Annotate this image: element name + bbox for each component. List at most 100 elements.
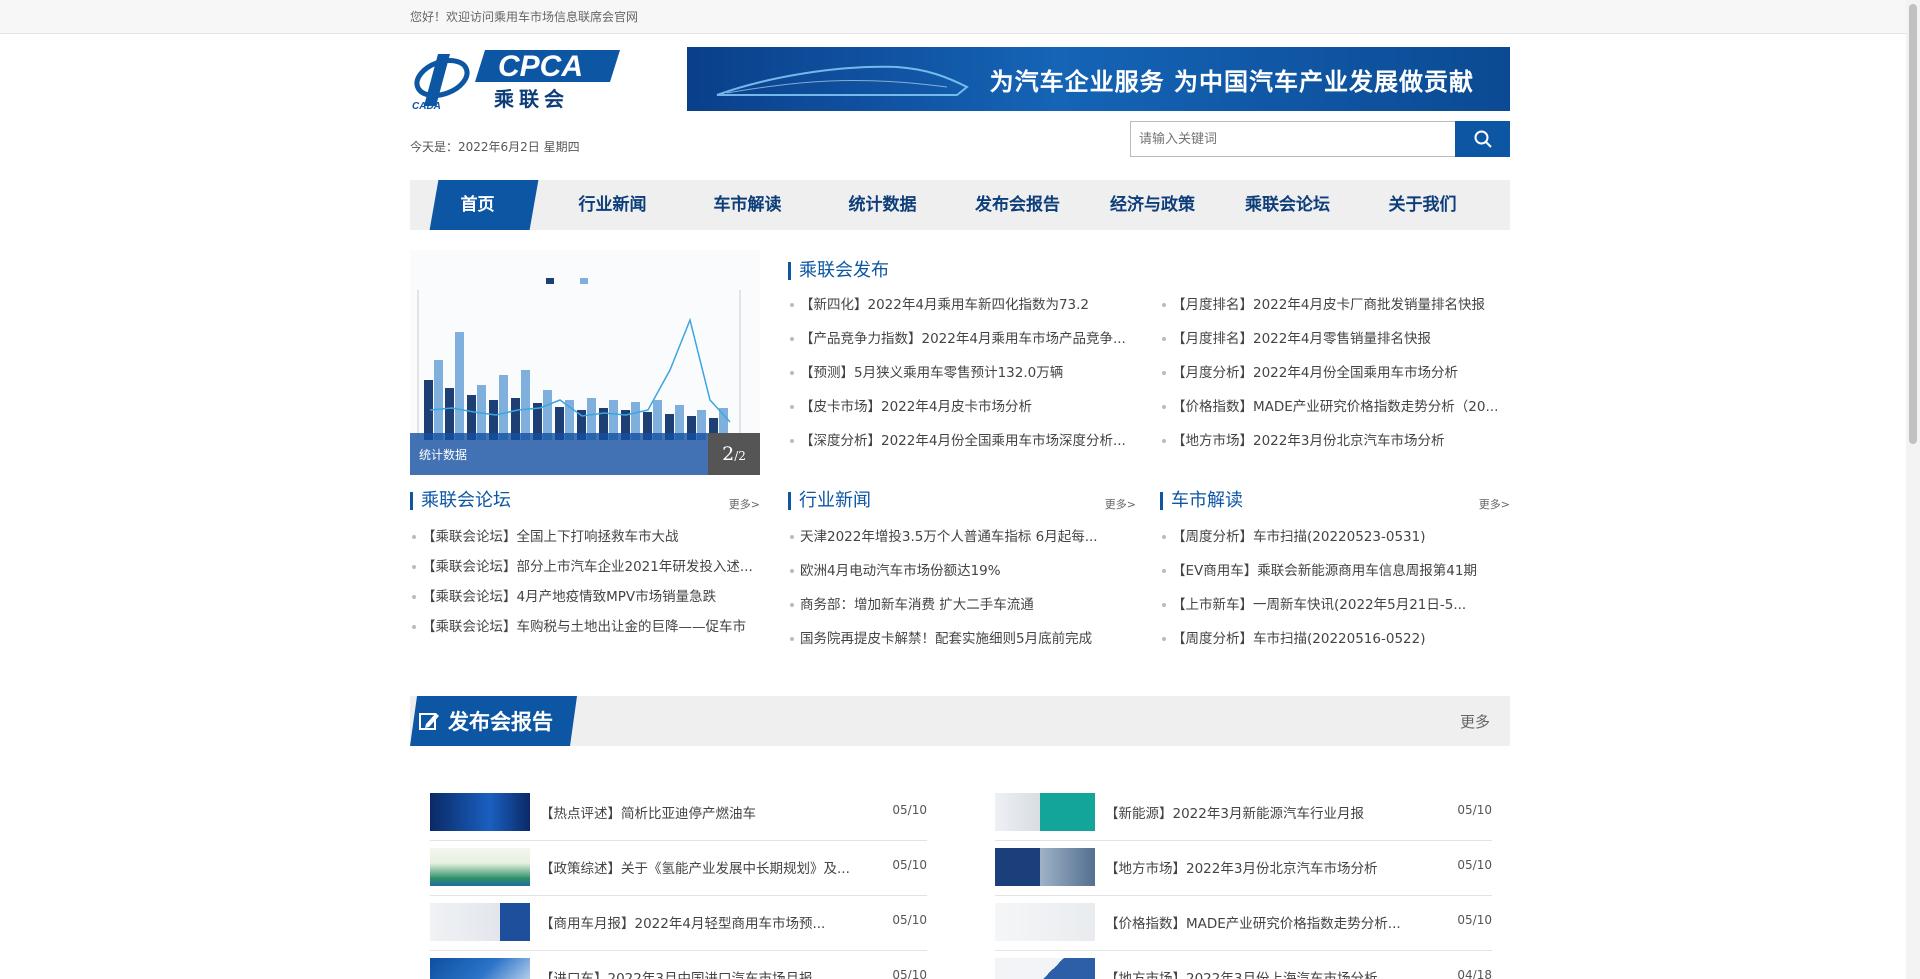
report-title: 【地方市场】2022年3月份上海汽车市场分析: [1105, 967, 1425, 979]
reports-more-link[interactable]: 更多: [1460, 711, 1490, 732]
report-title: 【热点评述】简析比亚迪停产燃油车: [540, 802, 860, 822]
report-row[interactable]: 【热点评述】简析比亚迪停产燃油车 05/10: [430, 786, 927, 841]
header: CPCA 乘联会 CADA 为汽车企业服务 为中国汽车产业发展做贡献 今天是：2…: [410, 34, 1510, 180]
report-row[interactable]: 【价格指数】MADE产业研究价格指数走势分析... 05/10: [995, 896, 1492, 951]
report-date: 05/10: [1457, 913, 1492, 927]
list-item[interactable]: 商务部：增加新车消费 扩大二手车流通: [788, 588, 1136, 622]
report-thumbnail: [995, 848, 1095, 886]
report-title: 【政策综述】关于《氢能产业发展中长期规划》及...: [540, 857, 860, 877]
list-item[interactable]: 【周度分析】车市扫描(20220523-0531): [1160, 520, 1510, 554]
list-item[interactable]: 欧洲4月电动汽车市场份额达19%: [788, 554, 1136, 588]
market-more-link[interactable]: 更多>: [1479, 496, 1510, 512]
nav-industry-news[interactable]: 行业新闻: [545, 180, 680, 230]
nav-about[interactable]: 关于我们: [1355, 180, 1490, 230]
logo-wordmark: CPCA: [498, 50, 583, 83]
report-thumbnail: [995, 958, 1095, 979]
report-thumbnail: [995, 903, 1095, 941]
report-thumbnail: [430, 848, 530, 886]
report-row[interactable]: 【新能源】2022年3月新能源汽车行业月报 05/10: [995, 786, 1492, 841]
report-thumbnail: [430, 958, 530, 979]
reports-title: 发布会报告: [448, 706, 553, 736]
report-thumbnail: [430, 903, 530, 941]
logo-cn: 乘联会: [493, 87, 569, 111]
report-thumbnail: [995, 793, 1095, 831]
list-item[interactable]: 【月度分析】2022年4月份全国乘用车市场分析: [1160, 356, 1510, 390]
report-date: 05/10: [1457, 858, 1492, 872]
list-item[interactable]: 【周度分析】车市扫描(20220516-0522): [1160, 622, 1510, 656]
top-bar: 您好！欢迎访问乘用车市场信息联席会官网: [0, 0, 1920, 34]
list-item[interactable]: 【月度排名】2022年4月皮卡厂商批发销量排名快报: [1160, 288, 1510, 322]
list-item[interactable]: 【月度排名】2022年4月零售销量排名快报: [1160, 322, 1510, 356]
list-item[interactable]: 【皮卡市场】2022年4月皮卡市场分析: [788, 390, 1148, 424]
report-date: 05/10: [892, 803, 927, 817]
reports-title-wrap[interactable]: 发布会报告: [418, 696, 553, 746]
report-title: 【进口车】2022年3月中国进口汽车市场月报: [540, 967, 860, 979]
report-row[interactable]: 【进口车】2022年3月中国进口汽车市场月报 05/10: [430, 951, 927, 979]
search-icon: [1473, 129, 1493, 149]
cpca-release-title[interactable]: 乘联会发布: [788, 262, 1510, 280]
nav-statistics[interactable]: 统计数据: [815, 180, 950, 230]
nav-reports[interactable]: 发布会报告: [950, 180, 1085, 230]
nav-market-analysis[interactable]: 车市解读: [680, 180, 815, 230]
search-input[interactable]: [1131, 122, 1456, 156]
featured-slider[interactable]: 统计数据 2/2: [410, 250, 760, 475]
report-row[interactable]: 【地方市场】2022年3月份北京汽车市场分析 05/10: [995, 841, 1492, 896]
scrollbar-thumb[interactable]: [1909, 4, 1917, 444]
report-date: 05/10: [892, 858, 927, 872]
nav-home[interactable]: 首页: [410, 180, 545, 230]
list-item[interactable]: 【乘联会论坛】部分上市汽车企业2021年研发投入述...: [410, 552, 760, 582]
list-item[interactable]: 【EV商用车】乘联会新能源商用车信息周报第41期: [1160, 554, 1510, 588]
nav-economy-policy[interactable]: 经济与政策: [1085, 180, 1220, 230]
search-box: [1130, 121, 1510, 157]
report-title: 【商用车月报】2022年4月轻型商用车市场预...: [540, 912, 860, 932]
edit-icon: [418, 710, 440, 732]
cpca-logo[interactable]: CPCA 乘联会 CADA: [410, 46, 620, 112]
market-analysis-list: 【周度分析】车市扫描(20220523-0531) 【EV商用车】乘联会新能源商…: [1160, 520, 1510, 656]
report-row[interactable]: 【地方市场】2022年3月份上海汽车市场分析 04/18: [995, 951, 1492, 979]
report-title: 【地方市场】2022年3月份北京汽车市场分析: [1105, 857, 1425, 877]
list-item[interactable]: 【乘联会论坛】车购税与土地出让金的巨降——促车市: [410, 612, 760, 642]
market-analysis-title[interactable]: 车市解读: [1160, 492, 1510, 510]
report-row[interactable]: 【商用车月报】2022年4月轻型商用车市场预... 05/10: [430, 896, 927, 951]
list-item[interactable]: 【产品竞争力指数】2022年4月乘用车市场产品竞争...: [788, 322, 1148, 356]
list-item[interactable]: 【地方市场】2022年3月份北京汽车市场分析: [1160, 424, 1510, 458]
report-thumbnail: [430, 793, 530, 831]
page-scrollbar[interactable]: [1906, 0, 1920, 979]
report-date: 04/18: [1457, 968, 1492, 979]
main-nav: 首页 行业新闻 车市解读 统计数据 发布会报告 经济与政策 乘联会论坛 关于我们: [410, 180, 1510, 230]
welcome-text: 您好！欢迎访问乘用车市场信息联席会官网: [410, 10, 638, 24]
nav-forum[interactable]: 乘联会论坛: [1220, 180, 1355, 230]
logo-small: CADA: [412, 101, 441, 112]
header-banner: 为汽车企业服务 为中国汽车产业发展做贡献: [687, 47, 1510, 111]
list-item[interactable]: 【乘联会论坛】4月产地疫情致MPV市场销量急跌: [410, 582, 760, 612]
slide-pager[interactable]: 2/2: [708, 433, 760, 475]
report-title: 【价格指数】MADE产业研究价格指数走势分析...: [1105, 912, 1425, 932]
cpca-release-list-right: 【月度排名】2022年4月皮卡厂商批发销量排名快报 【月度排名】2022年4月零…: [1160, 288, 1510, 458]
market-analysis-panel: 车市解读 更多> 【周度分析】车市扫描(20220523-0531) 【EV商用…: [1160, 492, 1510, 656]
search-button[interactable]: [1455, 121, 1510, 157]
report-title: 【新能源】2022年3月新能源汽车行业月报: [1105, 802, 1425, 822]
list-item[interactable]: 【深度分析】2022年4月份全国乘用车市场深度分析...: [788, 424, 1148, 458]
list-item[interactable]: 天津2022年增投3.5万个人普通车指标 6月起每...: [788, 520, 1136, 554]
report-row[interactable]: 【政策综述】关于《氢能产业发展中长期规划》及... 05/10: [430, 841, 927, 896]
reports-col-right: 【新能源】2022年3月新能源汽车行业月报 05/10 【地方市场】2022年3…: [995, 786, 1492, 979]
industry-more-link[interactable]: 更多>: [1105, 496, 1136, 512]
report-date: 05/10: [1457, 803, 1492, 817]
reports-header: 发布会报告 更多: [410, 696, 1510, 746]
list-item[interactable]: 国务院再提皮卡解禁！配套实施细则5月底前完成: [788, 622, 1136, 656]
list-item[interactable]: 【预测】5月狭义乘用车零售预计132.0万辆: [788, 356, 1148, 390]
report-date: 05/10: [892, 968, 927, 979]
industry-news-title[interactable]: 行业新闻: [788, 492, 1136, 510]
cpca-release-list-left: 【新四化】2022年4月乘用车新四化指数为73.2 【产品竞争力指数】2022年…: [788, 288, 1148, 458]
reports-col-left: 【热点评述】简析比亚迪停产燃油车 05/10 【政策综述】关于《氢能产业发展中长…: [430, 786, 927, 979]
list-item[interactable]: 【价格指数】MADE产业研究价格指数走势分析（20...: [1160, 390, 1510, 424]
list-item[interactable]: 【新四化】2022年4月乘用车新四化指数为73.2: [788, 288, 1148, 322]
forum-title[interactable]: 乘联会论坛: [410, 492, 760, 510]
banner-slogan: 为汽车企业服务 为中国汽车产业发展做贡献: [990, 62, 1474, 97]
current-date: 今天是：2022年6月2日 星期四: [410, 138, 580, 155]
cpca-release-panel: 乘联会发布 【新四化】2022年4月乘用车新四化指数为73.2 【产品竞争力指数…: [788, 262, 1510, 280]
list-item[interactable]: 【乘联会论坛】全国上下打响拯救车市大战: [410, 522, 760, 552]
forum-list: 【乘联会论坛】全国上下打响拯救车市大战 【乘联会论坛】部分上市汽车企业2021年…: [410, 522, 760, 642]
forum-more-link[interactable]: 更多>: [729, 496, 760, 512]
list-item[interactable]: 【上市新车】一周新车快讯(2022年5月21日-5...: [1160, 588, 1510, 622]
